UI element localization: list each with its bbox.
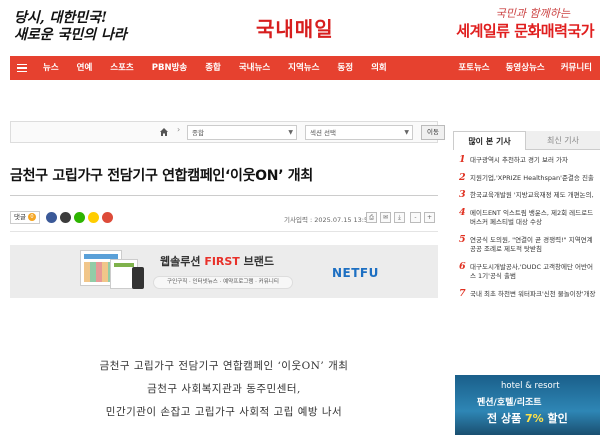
- ad-logo: NETFU: [332, 266, 379, 280]
- home-icon[interactable]: [159, 127, 169, 137]
- nav-item-photo[interactable]: 포토뉴스: [450, 56, 497, 80]
- list-item[interactable]: 7 국내 최초 하천변 워터파크'신천 물놀이장'개장: [453, 287, 600, 300]
- slogan-left-line1: 당시, 대한민국!: [14, 10, 108, 26]
- article-title: 금천구 고립가구 전담기구 연합캠페인‘이웃ON’ 개최: [10, 168, 313, 184]
- hotel-ad-line2: 전 상품 7% 할인: [487, 410, 568, 426]
- tab-most-viewed[interactable]: 많이 본 기사: [453, 131, 526, 150]
- rank-list: 1 대구광역시 추천하고 경기 보러 가자 2 지원기업,'XPRIZE Healt…: [453, 154, 600, 300]
- rank-text: 연궁식 도의원, "연결이 곧 경쟁력!" 지역연계공공 조례로 제도적 탓받침: [470, 235, 593, 254]
- nav-item-community[interactable]: 커뮤니티: [553, 56, 600, 80]
- rank-text: 한국교육개발원 '지방교육재정 제도 개편논의,: [470, 191, 594, 199]
- sidebar-tabs: 많이 본 기사 최신 기사: [453, 131, 600, 150]
- divider: [10, 231, 438, 232]
- rank-number: 3: [459, 189, 466, 200]
- reply-count: 0: [27, 213, 36, 221]
- nav-item-activities[interactable]: 동정: [328, 56, 362, 80]
- breadcrumb-arrow-icon: ›: [177, 125, 181, 134]
- article-paragraph: 금천구 고립가구 전담기구 연합캠페인 ‘이웃ON’ 개최: [99, 360, 349, 372]
- slogan-right-small: 국민과 함께하는: [495, 7, 570, 20]
- rank-number: 4: [459, 206, 466, 218]
- site-header: 당시, 대한민국! 새로운 국민의 나라 국내매일 국민과 함께하는 세계일류 …: [0, 0, 600, 56]
- facebook-share-icon[interactable]: [46, 212, 57, 223]
- article-body: 금천구 고립가구 전담기구 연합캠페인 ‘이웃ON’ 개최 금천구 사회복지관과…: [10, 355, 438, 424]
- hotel-ad-line1: 펜션/호텔/리조트: [477, 398, 542, 408]
- page: 당시, 대한민국! 새로운 국민의 나라 국내매일 국민과 함께하는 세계일류 …: [0, 0, 600, 435]
- chevron-down-icon: ▼: [288, 129, 293, 136]
- hotel-ad-discount: 7%: [525, 412, 544, 425]
- email-icon[interactable]: ✉: [380, 212, 391, 223]
- ad-title-highlight: FIRST: [204, 255, 240, 268]
- nav-item-general[interactable]: 종합: [196, 56, 230, 80]
- google-share-icon[interactable]: [102, 212, 113, 223]
- nav-item-domestic[interactable]: 국내뉴스: [230, 56, 279, 80]
- rank-number: 5: [459, 233, 466, 245]
- slogan-right: 국민과 함께하는 세계일류 문화매력국가: [419, 6, 594, 41]
- ad-title: 웹솔루션 FIRST 브랜드: [160, 253, 274, 269]
- banner-ad[interactable]: 웹솔루션 FIRST 브랜드 구인구직 · 인터넷뉴스 · 예약프로그램 · 커…: [10, 245, 438, 298]
- nav-item-entertainment[interactable]: 연예: [68, 56, 102, 80]
- print-icon[interactable]: ⎙: [366, 212, 377, 223]
- kakao-share-icon[interactable]: [88, 212, 99, 223]
- list-item[interactable]: 6 대구도시개발공사,'DUDC 고객창에단 어반어스 1기'공식 출범: [453, 260, 600, 282]
- ad-title-prefix: 웹솔루션: [160, 255, 205, 268]
- section-select-value: 종합: [192, 129, 204, 137]
- ad-phone-image: [132, 267, 144, 289]
- list-item[interactable]: 3 한국교육개발원 '지방교육재정 제도 개편논의,: [453, 189, 600, 201]
- sidebar: 많이 본 기사 최신 기사 1 대구광역시 추천하고 경기 보러 가자 2 지원기업…: [453, 131, 600, 307]
- slogan-left: 당시, 대한민국! 새로운 국민의 나라: [14, 10, 194, 46]
- rank-text: 메이드ENT 익스트림 뱅윤스, 제2회 레드로드 버스커 페스티벌 대상 수상: [470, 208, 594, 227]
- nav-item-council[interactable]: 의회: [362, 56, 396, 80]
- slogan-right-big: 세계일류 문화매력국가: [456, 22, 594, 40]
- chevron-down-icon: ▼: [404, 129, 409, 136]
- subsection-select-value: 섹션 선택: [310, 129, 336, 137]
- rank-number: 2: [459, 171, 466, 183]
- nav-item-pbn[interactable]: PBN방송: [143, 56, 196, 80]
- band-share-icon[interactable]: [74, 212, 85, 223]
- download-icon[interactable]: ⤓: [394, 212, 405, 223]
- rank-text: 대구도시개발공사,'DUDC 고객창에단 어반어스 1기'공식 출범: [470, 262, 593, 281]
- article-meta: 댓글 0 기사입력 : 2025.07.15 13:58 ⎙ ✉ ⤓ - +: [10, 209, 438, 227]
- reply-button[interactable]: 댓글 0: [10, 211, 40, 224]
- tab-latest[interactable]: 최신 기사: [526, 131, 600, 150]
- list-item[interactable]: 2 지원기업,'XPRIZE Healthspan'준결승 진출: [453, 171, 600, 184]
- hamburger-menu-icon[interactable]: [10, 56, 34, 80]
- list-item[interactable]: 5 연궁식 도의원, "연결이 곧 경쟁력!" 지역연계공공 조례로 제도적 탓받…: [453, 233, 600, 255]
- font-increase-icon[interactable]: +: [424, 212, 435, 223]
- hotel-ad[interactable]: hotel & resort 펜션/호텔/리조트 전 상품 7% 할인: [455, 375, 600, 435]
- nav-item-regional[interactable]: 지역뉴스: [279, 56, 328, 80]
- site-logo[interactable]: 국내매일: [256, 13, 334, 42]
- rank-text: 국내 최초 하천변 워터파크'신천 물놀이장'개장: [470, 289, 596, 298]
- rank-number: 7: [459, 287, 466, 299]
- ad-title-suffix: 브랜드: [239, 255, 275, 268]
- hotel-ad-line2-prefix: 전 상품: [487, 412, 526, 425]
- divider: [10, 195, 438, 196]
- nav-menu: 뉴스 연예 스포츠 PBN방송 종합 국내뉴스 지역뉴스 동정 의회: [10, 56, 396, 80]
- list-item[interactable]: 4 메이드ENT 익스트림 뱅윤스, 제2회 레드로드 버스커 페스티벌 대상 수…: [453, 206, 600, 228]
- nav-item-sports[interactable]: 스포츠: [101, 56, 142, 80]
- rank-text: 지원기업,'XPRIZE Healthspan'준결승 진출: [470, 173, 594, 182]
- list-item[interactable]: 1 대구광역시 추천하고 경기 보러 가자: [453, 154, 600, 166]
- article-paragraph: 민간기관이 손잡고 고립가구 사회적 고립 예방 나서: [105, 406, 343, 418]
- slogan-left-line2: 새로운 국민의 나라: [14, 27, 127, 43]
- subsection-select[interactable]: 섹션 선택 ▼: [305, 125, 413, 140]
- go-button[interactable]: 이동: [421, 125, 445, 140]
- reply-label: 댓글: [14, 213, 26, 221]
- rank-number: 1: [459, 154, 466, 165]
- nav-item-video[interactable]: 동영상뉴스: [498, 56, 553, 80]
- article-date: 기사입력 : 2025.07.15 13:58: [284, 216, 373, 224]
- font-decrease-icon[interactable]: -: [410, 212, 421, 223]
- breadcrumb: › 종합 ▼ 섹션 선택 ▼ 이동: [10, 121, 445, 143]
- main-nav: 뉴스 연예 스포츠 PBN방송 종합 국내뉴스 지역뉴스 동정 의회 포토뉴스 …: [10, 56, 600, 80]
- nav-item-news[interactable]: 뉴스: [34, 56, 68, 80]
- nav-right: 포토뉴스 동영상뉴스 커뮤니티: [450, 56, 600, 80]
- article-paragraph: 금천구 사회복지관과 동주민센터,: [147, 383, 301, 395]
- rank-text: 대구광역시 추천하고 경기 보러 가자: [470, 156, 568, 164]
- rank-number: 6: [459, 260, 466, 272]
- hotel-ad-brand: hotel & resort: [501, 381, 560, 391]
- ad-subtitle: 구인구직 · 인터넷뉴스 · 예약프로그램 · 커뮤니티: [153, 276, 293, 289]
- section-select[interactable]: 종합 ▼: [187, 125, 297, 140]
- hotel-ad-line2-suffix: 할인: [543, 412, 568, 425]
- twitter-share-icon[interactable]: [60, 212, 71, 223]
